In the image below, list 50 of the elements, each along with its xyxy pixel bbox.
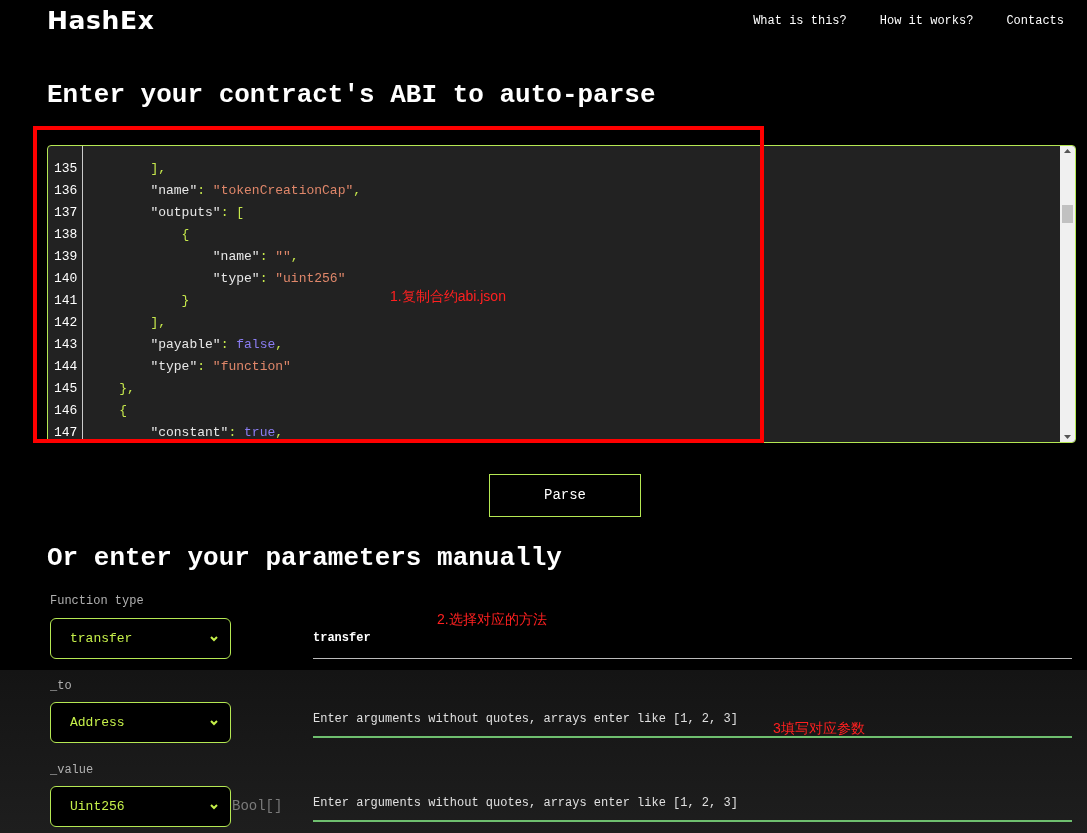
scrollbar[interactable]: [1060, 146, 1075, 442]
field-label: _value: [50, 762, 95, 779]
field-label: _to: [50, 678, 73, 695]
line-number: 135: [53, 160, 79, 178]
section-title: Enter your contract's ABI to auto-parse: [47, 79, 657, 111]
code-line: ],: [149, 160, 166, 178]
chevron-down-icon: [210, 803, 218, 810]
line-number: 144: [53, 358, 79, 376]
line-number: 140: [53, 270, 79, 288]
dropdown-option: Bool[]: [232, 796, 283, 817]
code-line: {: [180, 226, 190, 244]
argument-input[interactable]: Enter arguments without quotes, arrays enter like [1, 2, 3]: [313, 786, 1072, 822]
code-line: {: [118, 402, 127, 420]
nav-link[interactable]: How it works?: [879, 12, 974, 30]
line-number: 141: [53, 292, 79, 310]
type-dropdown[interactable]: Uint256: [50, 786, 231, 827]
line-number: 146: [53, 402, 79, 420]
code-line: "name": "",: [211, 248, 299, 266]
code-line: }: [180, 292, 190, 310]
code-line: "outputs": [: [149, 204, 245, 222]
line-number: 143: [53, 336, 79, 354]
code-line: "payable": false,: [149, 336, 284, 354]
code-line: "type": "uint256": [211, 270, 346, 288]
section-title: Or enter your parameters manually: [47, 542, 563, 574]
type-dropdown[interactable]: Address: [50, 702, 231, 743]
code-line: ],: [149, 314, 166, 332]
type-dropdown[interactable]: transfer: [50, 618, 231, 659]
chevron-down-icon: [210, 635, 218, 642]
scroll-down-icon[interactable]: [1064, 435, 1071, 439]
nav-link[interactable]: Contacts: [1006, 12, 1064, 30]
line-number: 137: [53, 204, 79, 222]
line-number: 147: [53, 424, 79, 442]
annotation-text: 1.复制合约abi.json: [390, 287, 506, 306]
code-line: "name": "tokenCreationCap",: [149, 182, 362, 200]
chevron-down-icon: [210, 719, 218, 726]
code-line: "type": "function": [149, 358, 291, 376]
line-number: 145: [53, 380, 79, 398]
nav-link[interactable]: What is this?: [753, 12, 847, 30]
field-label: Function type: [50, 593, 145, 610]
scroll-thumb[interactable]: [1062, 205, 1073, 223]
line-number: 142: [53, 314, 79, 332]
scroll-up-icon[interactable]: [1064, 149, 1071, 153]
code-line: "constant": true,: [149, 424, 284, 442]
annotation-text: 3填写对应参数: [773, 719, 865, 738]
line-number: 139: [53, 248, 79, 266]
line-number: 138: [53, 226, 79, 244]
logo[interactable]: HashEx: [47, 2, 155, 40]
parse-button[interactable]: Parse: [489, 474, 641, 517]
line-number: 136: [53, 182, 79, 200]
code-line: },: [118, 380, 135, 398]
